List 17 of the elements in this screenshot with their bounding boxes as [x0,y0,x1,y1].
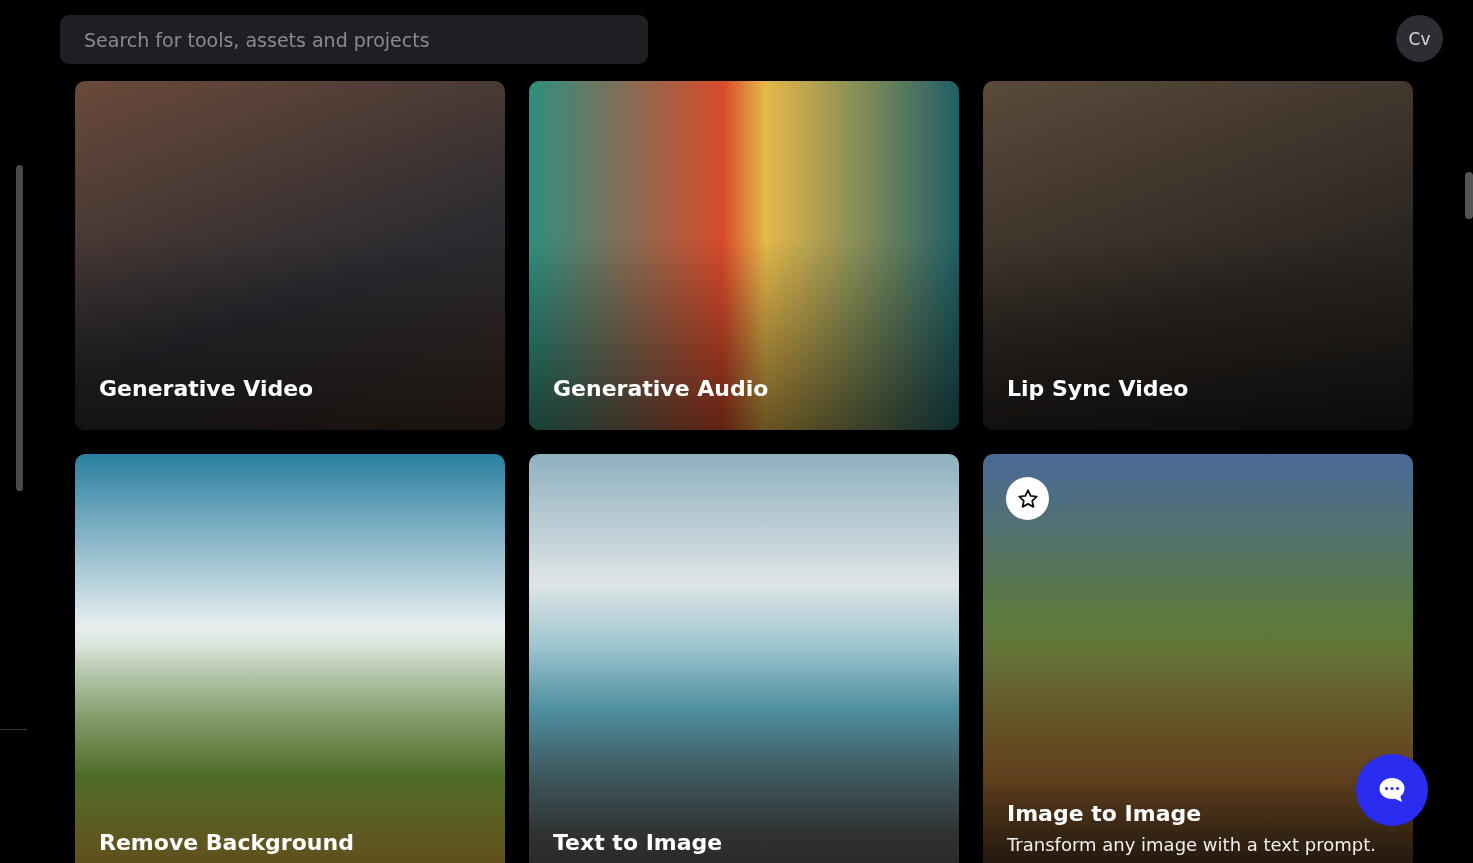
chat-bubble-icon [1378,777,1406,803]
tool-title: Generative Audio [553,376,770,401]
tool-title: Generative Video [99,376,315,401]
tool-title: Lip Sync Video [1007,376,1190,401]
tool-card[interactable]: Lip Sync Video [983,81,1413,430]
tool-title: Image to Image [1007,801,1203,826]
scrollbar-thumb[interactable] [1465,172,1473,219]
tool-title: Remove Background [99,830,355,855]
tool-card[interactable]: Generative Audio [529,81,959,430]
search-field[interactable]: Search for tools, assets and projects [60,15,648,64]
user-avatar[interactable]: Cv [1396,15,1443,62]
star-icon [1016,487,1039,510]
tool-card[interactable]: Generative Video [75,81,505,430]
tool-description: Transform any image with a text prompt. [1007,834,1377,855]
tool-title: Text to Image [553,830,724,855]
favorite-button[interactable] [1006,477,1049,520]
scrollbar-thumb[interactable] [16,165,23,491]
